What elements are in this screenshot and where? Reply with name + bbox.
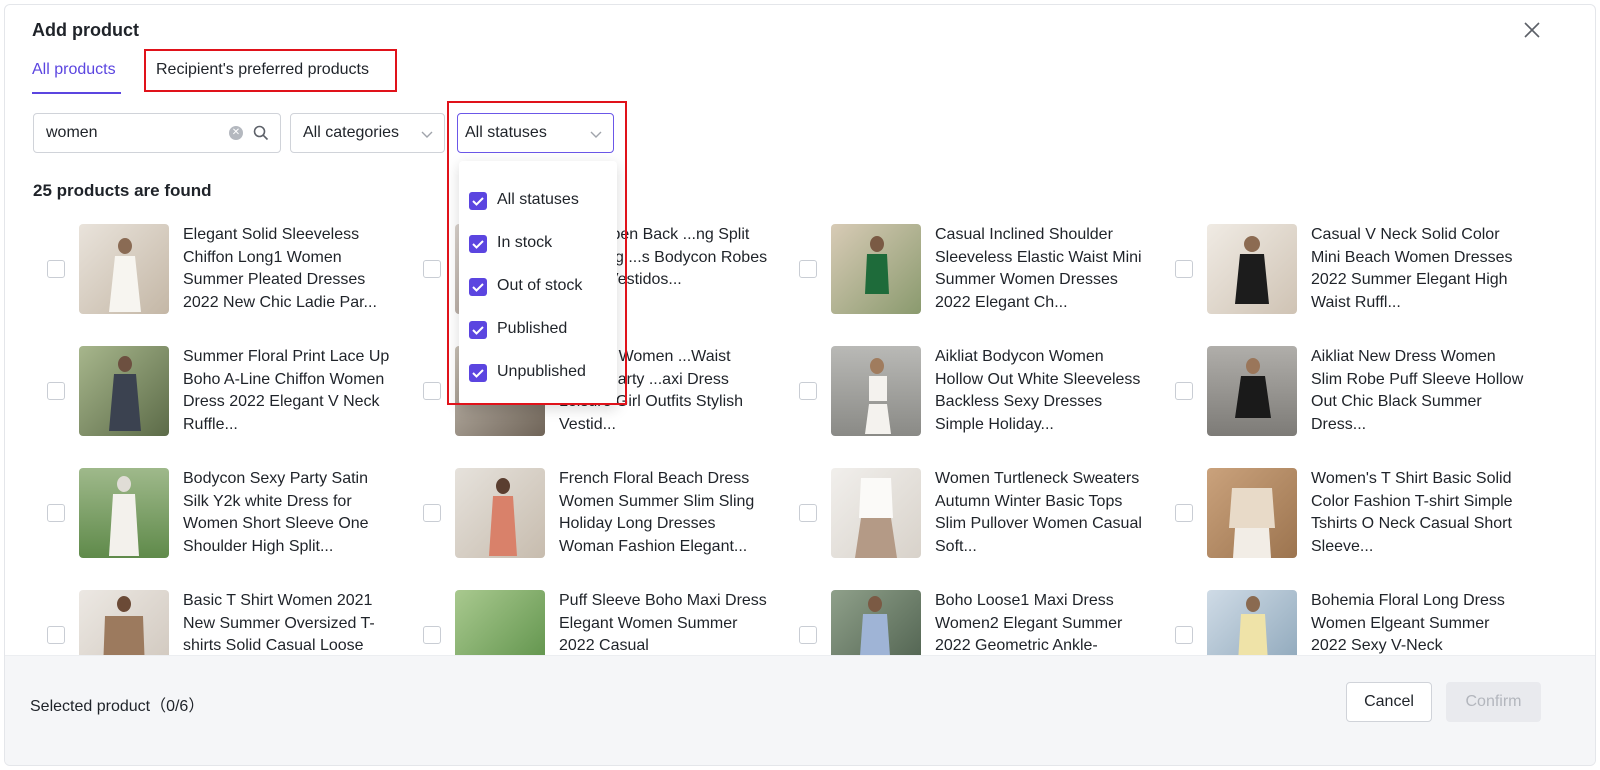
- product-checkbox[interactable]: [799, 504, 817, 522]
- product-image: [831, 346, 921, 436]
- active-tab-underline: [32, 92, 121, 94]
- product-checkbox[interactable]: [47, 504, 65, 522]
- product-checkbox[interactable]: [47, 626, 65, 644]
- product-image: [1207, 224, 1297, 314]
- confirm-button[interactable]: Confirm: [1446, 682, 1541, 722]
- product-name: Casual Inclined Shoulder Sleeveless Elas…: [935, 226, 1142, 311]
- product-card[interactable]: Aikliat New Dress Women Slim Robe Puff S…: [1161, 346, 1537, 446]
- product-checkbox[interactable]: [423, 382, 441, 400]
- product-card[interactable]: French Floral Beach Dress Women Summer S…: [409, 468, 785, 568]
- category-select[interactable]: All categories: [290, 113, 445, 153]
- product-card[interactable]: Women's T Shirt Basic Solid Color Fashio…: [1161, 468, 1537, 568]
- selected-product-count: Selected product（0/6）: [30, 698, 205, 715]
- product-card[interactable]: Casual V Neck Solid Color Mini Beach Wom…: [1161, 224, 1537, 324]
- product-checkbox[interactable]: [799, 260, 817, 278]
- product-card[interactable]: Bodycon Sexy Party Satin Silk Y2k white …: [33, 468, 409, 568]
- product-name: Elegant Solid Sleeveless Chiffon Long1 W…: [183, 226, 377, 311]
- product-name: Aikliat New Dress Women Slim Robe Puff S…: [1311, 348, 1524, 433]
- product-card[interactable]: Summer Floral Print Lace Up Boho A-Line …: [33, 346, 409, 446]
- product-card[interactable]: Women Turtleneck Sweaters Autumn Winter …: [785, 468, 1161, 568]
- results-count: 25 products are found: [33, 181, 212, 200]
- product-checkbox[interactable]: [1175, 626, 1193, 644]
- product-image: [1207, 468, 1297, 558]
- product-checkbox[interactable]: [799, 626, 817, 644]
- product-name: French Floral Beach Dress Women Summer S…: [559, 470, 755, 555]
- product-checkbox[interactable]: [1175, 504, 1193, 522]
- product-name: Bodycon Sexy Party Satin Silk Y2k white …: [183, 470, 369, 555]
- product-checkbox[interactable]: [799, 382, 817, 400]
- cancel-button[interactable]: Cancel: [1346, 682, 1432, 722]
- product-image: [1207, 346, 1297, 436]
- dialog-footer: Selected product（0/6） Cancel Confirm: [5, 655, 1595, 765]
- clear-icon[interactable]: ✕: [229, 126, 243, 140]
- product-name: Summer Floral Print Lace Up Boho A-Line …: [183, 348, 390, 433]
- product-image: [79, 346, 169, 436]
- product-name: Women's T Shirt Basic Solid Color Fashio…: [1311, 470, 1513, 555]
- category-select-value: All categories: [303, 124, 400, 141]
- highlight-box-status-filter: [447, 101, 627, 405]
- product-card[interactable]: Aikliat Bodycon Women Hollow Out White S…: [785, 346, 1161, 446]
- chevron-down-icon: [421, 131, 433, 138]
- product-checkbox[interactable]: [47, 382, 65, 400]
- product-image: [79, 224, 169, 314]
- dialog-title: Add product: [32, 20, 139, 40]
- product-card[interactable]: Elegant Solid Sleeveless Chiffon Long1 W…: [33, 224, 409, 324]
- search-icon[interactable]: [252, 124, 270, 142]
- product-image: [831, 224, 921, 314]
- product-checkbox[interactable]: [1175, 382, 1193, 400]
- product-checkbox[interactable]: [423, 626, 441, 644]
- product-name: Casual V Neck Solid Color Mini Beach Wom…: [1311, 226, 1513, 311]
- product-name: Women Turtleneck Sweaters Autumn Winter …: [935, 470, 1142, 555]
- product-name: Aikliat Bodycon Women Hollow Out White S…: [935, 348, 1141, 433]
- product-image: [831, 468, 921, 558]
- close-icon[interactable]: [1521, 19, 1543, 41]
- highlight-box-tab: [144, 49, 397, 92]
- product-checkbox[interactable]: [1175, 260, 1193, 278]
- product-checkbox[interactable]: [423, 504, 441, 522]
- search-box: ✕: [33, 113, 281, 153]
- product-checkbox[interactable]: [47, 260, 65, 278]
- product-checkbox[interactable]: [423, 260, 441, 278]
- product-image: [455, 468, 545, 558]
- product-image: [79, 468, 169, 558]
- tab-all-products[interactable]: All products: [32, 61, 116, 79]
- add-product-dialog: Add product All products Recipient's pre…: [4, 4, 1596, 766]
- product-card[interactable]: Casual Inclined Shoulder Sleeveless Elas…: [785, 224, 1161, 324]
- search-input[interactable]: [46, 122, 216, 144]
